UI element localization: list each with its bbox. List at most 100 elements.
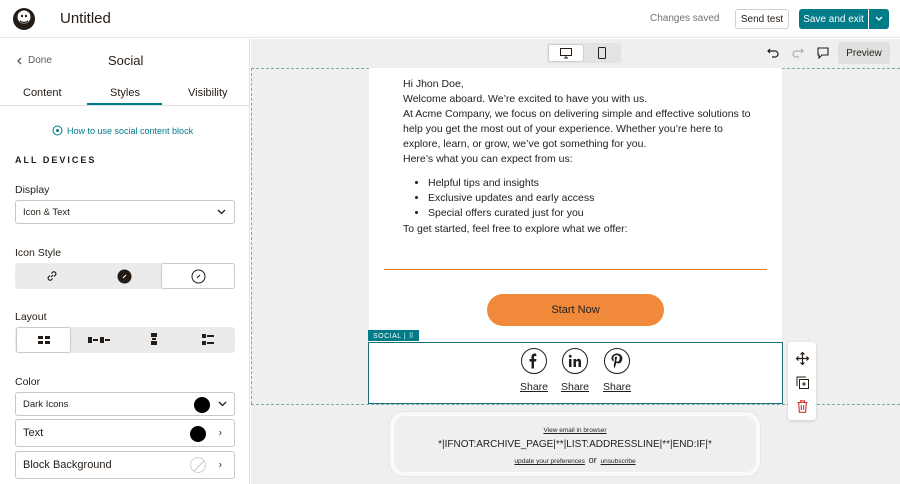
facebook-icon[interactable] (521, 348, 547, 374)
layout-option-horizontal[interactable] (16, 327, 71, 353)
document-title[interactable]: Untitled (60, 10, 111, 27)
facebook-share-link[interactable]: Share (520, 381, 548, 393)
desktop-icon (560, 47, 572, 58)
mobile-icon (598, 47, 606, 59)
icon-color-select[interactable]: Dark Icons (15, 392, 235, 416)
icon-color-value: Dark Icons (23, 398, 69, 410)
transparent-icon (192, 459, 205, 472)
color-label: Color (15, 376, 41, 388)
welcome-text[interactable]: Welcome aboard. We’re excited to have yo… (403, 92, 753, 107)
panel-tabs: Content Styles Visibility (0, 85, 250, 106)
text-color-swatch[interactable] (190, 426, 206, 442)
desktop-view-button[interactable] (548, 44, 584, 62)
done-label: Done (28, 55, 52, 66)
duplicate-block-button[interactable] (793, 373, 811, 391)
intro-paragraph[interactable]: At Acme Company, we focus on delivering … (403, 107, 753, 152)
email-body: Hi Jhon Doe, Welcome aboard. We’re excit… (369, 68, 782, 382)
preview-button[interactable]: Preview (838, 42, 890, 64)
divider[interactable] (384, 269, 767, 270)
move-block-button[interactable] (793, 349, 811, 367)
display-select[interactable]: Icon & Text (15, 200, 235, 224)
tab-visibility[interactable]: Visibility (188, 87, 228, 99)
link-icon (47, 271, 56, 281)
save-status: Changes saved (650, 13, 720, 24)
social-block[interactable]: Share Share Share (368, 342, 783, 404)
mobile-view-button[interactable] (584, 44, 620, 62)
icon-style-label: Icon Style (15, 247, 62, 259)
how-to-link[interactable]: How to use social content block (52, 125, 193, 136)
icon-style-plain[interactable] (15, 263, 88, 289)
display-value: Icon & Text (23, 206, 70, 218)
duplicate-icon (796, 376, 809, 389)
greeting-text[interactable]: Hi Jhon Doe, (403, 77, 753, 92)
section-heading: ALL DEVICES (15, 155, 97, 165)
list-item: Exclusive updates and early access (428, 191, 594, 206)
settings-panel: Done Social Content Styles Visibility Ho… (0, 39, 250, 484)
block-background-swatch[interactable] (190, 457, 206, 473)
or-text: or (588, 455, 597, 465)
address-merge-tag: *|IFNOT:ARCHIVE_PAGE|**|LIST:ADDRESSLINE… (438, 439, 712, 450)
trash-icon (797, 399, 807, 413)
move-icon (795, 351, 809, 365)
chevron-left-icon (17, 57, 22, 64)
selection-outline-left (251, 68, 252, 404)
icon-color-swatch[interactable] (194, 397, 210, 413)
redo-icon (792, 48, 804, 58)
save-options-dropdown[interactable] (869, 9, 889, 29)
help-icon (52, 125, 63, 136)
chevron-down-icon (218, 401, 227, 407)
chevron-right-icon: › (218, 427, 222, 439)
layout-stacked-icon (202, 334, 214, 345)
tab-styles[interactable]: Styles (110, 87, 140, 99)
comment-icon (817, 47, 829, 59)
send-test-button[interactable]: Send test (735, 9, 789, 29)
display-label: Display (15, 184, 50, 196)
icon-style-solid[interactable] (88, 263, 161, 289)
benefits-list[interactable]: Helpful tips and insights Exclusive upda… (428, 176, 594, 221)
save-and-exit-button[interactable]: Save and exit (799, 9, 868, 29)
block-actions (788, 342, 816, 420)
linkedin-glyph-icon (568, 354, 581, 367)
update-preferences-link[interactable]: update your preferences (514, 458, 584, 465)
mailchimp-logo-icon[interactable] (11, 6, 37, 32)
link-outline-icon (191, 269, 205, 283)
layout-inline-icon (87, 337, 110, 343)
tab-content[interactable]: Content (23, 87, 62, 99)
layout-option-vertical[interactable] (126, 327, 181, 353)
expect-text[interactable]: Here’s what you can expect from us: (403, 152, 753, 167)
get-started-text[interactable]: To get started, feel free to explore wha… (403, 222, 753, 237)
icon-style-outline[interactable] (161, 263, 235, 289)
view-in-browser-link[interactable]: View email in browser (394, 427, 756, 434)
comments-button[interactable] (814, 44, 832, 62)
text-color-row[interactable]: Text › (15, 419, 235, 447)
pinterest-share-link[interactable]: Share (603, 381, 631, 393)
done-link[interactable]: Done (17, 55, 52, 66)
linkedin-icon[interactable] (562, 348, 588, 374)
active-tab-indicator (87, 103, 162, 105)
list-item: Helpful tips and insights (428, 176, 594, 191)
unsubscribe-link[interactable]: unsubscribe (601, 458, 636, 465)
start-now-button[interactable]: Start Now (487, 294, 664, 326)
undo-button[interactable] (764, 44, 782, 62)
pinterest-icon[interactable] (604, 348, 630, 374)
layout-option-stacked[interactable] (181, 327, 235, 353)
text-color-label: Text (23, 427, 44, 439)
panel-title: Social (108, 53, 144, 68)
social-block-tag[interactable]: SOCIAL | ⠿ (368, 330, 420, 341)
icon-style-selector (15, 263, 235, 289)
list-item: Special offers curated just for you (428, 206, 594, 221)
layout-selector (15, 327, 235, 353)
undo-icon (767, 48, 779, 58)
layout-grid-icon (37, 336, 50, 344)
delete-block-button[interactable] (793, 397, 811, 415)
email-footer[interactable]: View email in browser *|IFNOT:ARCHIVE_PA… (390, 412, 760, 476)
layout-vertical-icon (150, 333, 157, 345)
chevron-down-icon (217, 209, 226, 215)
redo-button[interactable] (789, 44, 807, 62)
link-solid-icon (117, 269, 132, 283)
block-background-row[interactable]: Block Background › (15, 451, 235, 479)
chevron-down-icon (875, 16, 883, 21)
linkedin-share-link[interactable]: Share (561, 381, 589, 393)
chevron-right-icon: › (218, 459, 222, 471)
layout-option-inline[interactable] (71, 327, 126, 353)
